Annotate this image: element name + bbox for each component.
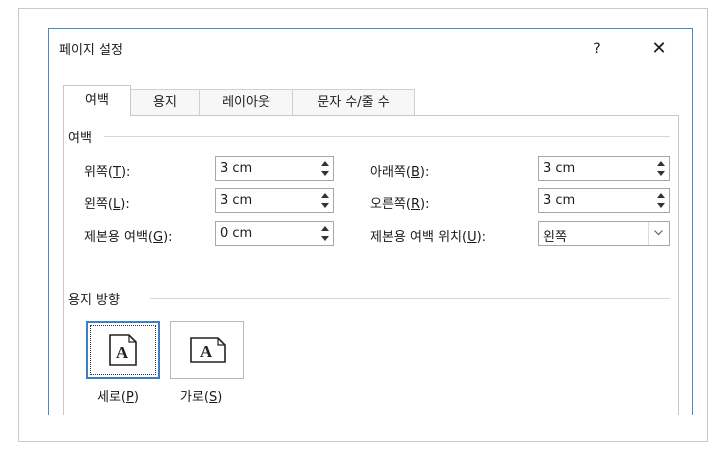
landscape-button[interactable]: A — [170, 321, 244, 379]
orientation-group-label: 용지 방향 — [68, 289, 126, 308]
right-margin-label: 오른쪽(R): — [370, 197, 430, 212]
spin-down-icon[interactable] — [655, 169, 667, 179]
bottom-margin-label: 아래쪽(B): — [370, 165, 430, 180]
page-setup-dialog: 페이지 설정 ? ✕ 여백 용지 레이아웃 문자 수/줄 수 여백 위쪽(T):… — [48, 28, 693, 415]
portrait-button[interactable]: A — [86, 321, 160, 379]
close-button[interactable]: ✕ — [645, 35, 673, 63]
spin-down-icon[interactable] — [655, 201, 667, 211]
bottom-margin-spinner[interactable]: 3 cm — [538, 156, 670, 181]
right-margin-value: 3 cm — [543, 193, 576, 208]
spin-up-icon[interactable] — [655, 191, 667, 201]
gutter-value: 0 cm — [220, 226, 253, 241]
tab-layout[interactable]: 레이아웃 — [199, 89, 293, 115]
gutter-position-label: 제본용 여백 위치(U): — [370, 230, 487, 245]
spin-up-icon[interactable] — [655, 159, 667, 169]
svg-text:A: A — [200, 342, 213, 361]
gutter-position-value: 왼쪽 — [543, 230, 567, 245]
top-margin-label: 위쪽(T): — [84, 165, 131, 180]
orientation-group-divider — [150, 298, 670, 299]
svg-text:A: A — [116, 343, 129, 362]
landscape-page-icon: A — [190, 337, 226, 363]
spin-up-icon[interactable] — [319, 191, 331, 201]
spin-down-icon[interactable] — [319, 234, 331, 244]
dialog-title: 페이지 설정 — [59, 43, 123, 58]
chevron-down-icon — [648, 222, 669, 245]
portrait-label: 세로(P) — [97, 390, 139, 405]
bottom-margin-value: 3 cm — [543, 161, 576, 176]
left-margin-spinner[interactable]: 3 cm — [215, 188, 334, 213]
tab-strip: 여백 용지 레이아웃 문자 수/줄 수 — [63, 85, 678, 116]
top-margin-spinner[interactable]: 3 cm — [215, 156, 334, 181]
tab-grid[interactable]: 문자 수/줄 수 — [292, 89, 415, 115]
top-margin-value: 3 cm — [220, 161, 253, 176]
help-button[interactable]: ? — [585, 37, 609, 61]
left-margin-value: 3 cm — [220, 193, 253, 208]
right-margin-spinner[interactable]: 3 cm — [538, 188, 670, 213]
tab-panel-margins: 여백 위쪽(T): 3 cm 아래쪽(B): 3 cm 왼쪽(L): 3 cm — [63, 115, 679, 415]
left-margin-label: 왼쪽(L): — [84, 197, 130, 212]
gutter-spinner[interactable]: 0 cm — [215, 221, 334, 246]
tab-paper[interactable]: 용지 — [130, 89, 200, 115]
title-bar: 페이지 설정 ? ✕ — [49, 29, 692, 69]
spin-up-icon[interactable] — [319, 159, 331, 169]
portrait-page-icon: A — [109, 334, 137, 366]
margins-group-divider — [104, 136, 670, 137]
gutter-label: 제본용 여백(G): — [84, 230, 173, 245]
gutter-position-select[interactable]: 왼쪽 — [538, 221, 670, 246]
tab-margins[interactable]: 여백 — [63, 85, 131, 116]
spin-down-icon[interactable] — [319, 169, 331, 179]
spin-down-icon[interactable] — [319, 201, 331, 211]
landscape-label: 가로(S) — [180, 390, 223, 405]
spin-up-icon[interactable] — [319, 224, 331, 234]
margins-group-label: 여백 — [68, 127, 98, 146]
